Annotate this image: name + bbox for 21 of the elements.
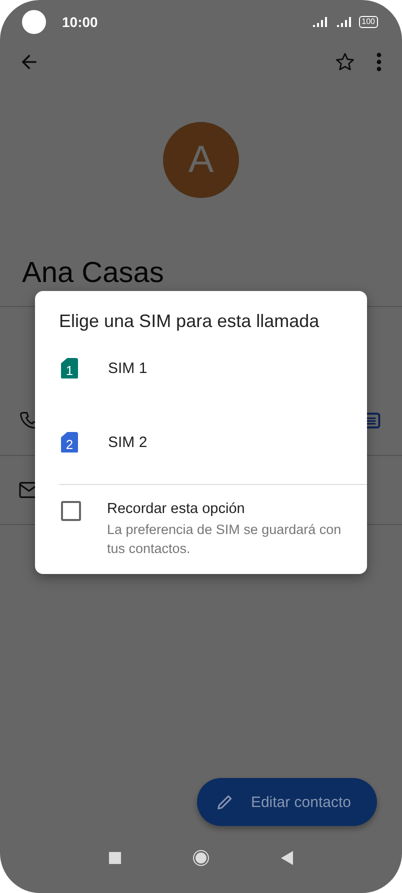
- sim-card-icon: 2: [61, 432, 78, 452]
- signal-icon: [312, 17, 329, 27]
- remember-checkbox[interactable]: [61, 501, 81, 521]
- remember-description: La preferencia de SIM se guardará con tus contactos.: [107, 521, 342, 558]
- signal-icon: [336, 17, 353, 27]
- sim-card-icon: 1: [61, 358, 78, 378]
- contact-avatar: A: [163, 122, 239, 198]
- contact-name: Ana Casas: [21, 256, 165, 291]
- dialog-title: Elige una SIM para esta llamada: [58, 311, 320, 332]
- back-triangle-icon[interactable]: [281, 850, 293, 864]
- sim-option[interactable]: 2 SIM 2: [35, 402, 367, 482]
- sim-option[interactable]: 1 SIM 1: [35, 334, 367, 402]
- star-icon[interactable]: [334, 51, 356, 73]
- recents-icon[interactable]: [109, 852, 121, 864]
- remember-label: Recordar esta opción: [107, 501, 246, 517]
- battery-level: 100: [358, 16, 378, 28]
- camera-dot-icon: [22, 10, 46, 34]
- status-time: 10:00: [62, 14, 98, 30]
- home-icon[interactable]: [193, 850, 209, 866]
- edit-contact-button[interactable]: Editar contacto: [196, 778, 377, 826]
- more-options-icon[interactable]: [376, 52, 382, 72]
